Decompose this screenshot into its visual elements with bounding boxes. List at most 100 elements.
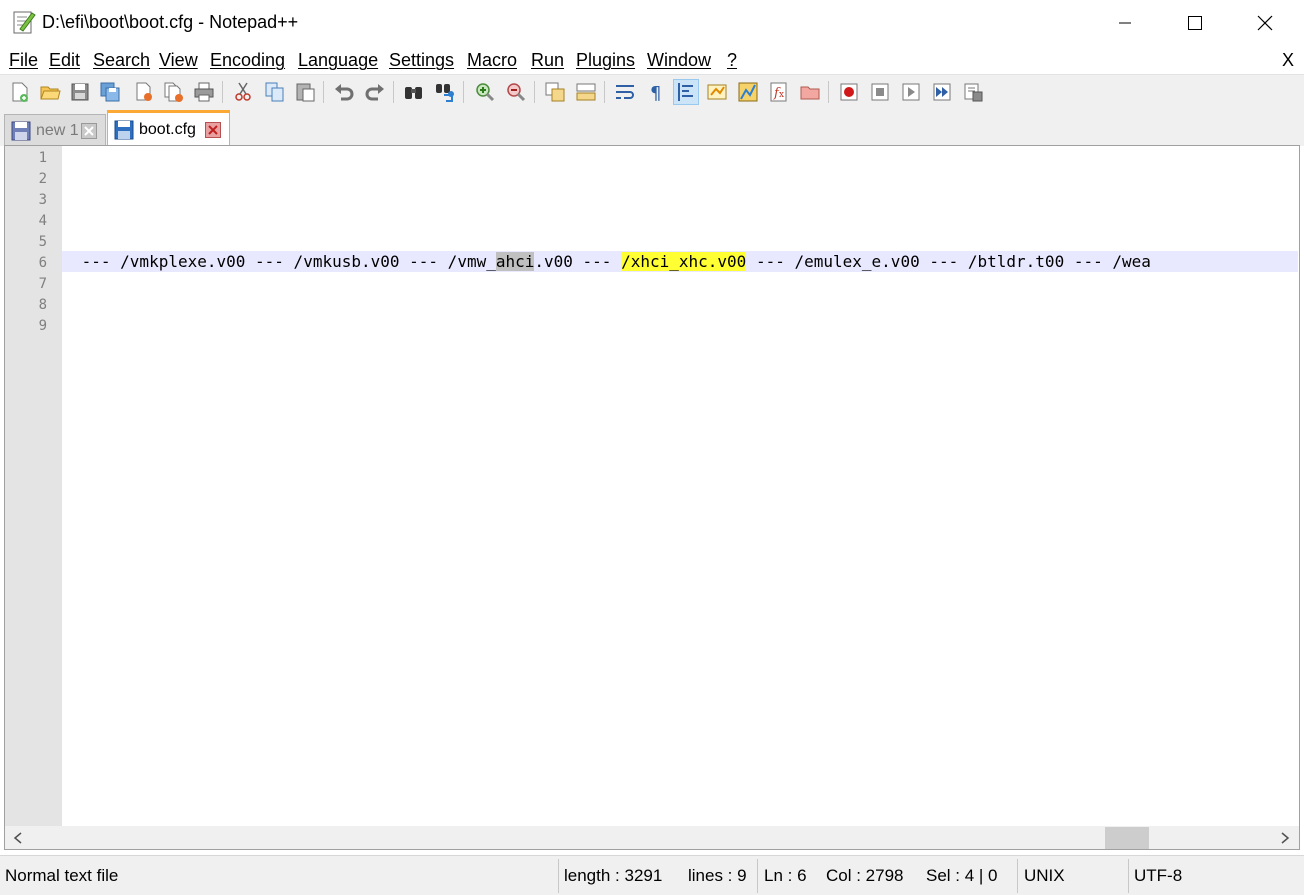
save-all-button[interactable] [97,79,123,105]
close-document-button[interactable]: X [1282,50,1294,71]
scroll-left-icon[interactable] [8,828,28,847]
toolbar-separator [393,81,394,103]
search-highlight-match: /xhci_xhc.v00 [621,252,747,271]
copy-button[interactable] [262,79,288,105]
close-window-button[interactable] [1230,0,1300,46]
status-line-number: Ln : 6 [764,866,807,885]
menu-language[interactable]: Language [298,50,378,71]
line-number: 3 [38,192,47,208]
scrollbar-thumb[interactable] [1105,827,1149,849]
maximize-button[interactable] [1160,0,1230,46]
menu-macro[interactable]: Macro [467,50,517,71]
open-file-icon [40,86,61,100]
macro-run-multiple-icon [933,83,951,101]
menu-search[interactable]: Search [93,50,150,71]
tab-boot-cfg[interactable]: boot.cfg [107,110,230,146]
editor[interactable]: 1 2 3 4 5 6 7 8 9 --- /vmkplexe.v00 --- … [4,145,1300,850]
line-number: 8 [38,297,47,313]
maximize-icon [1188,16,1202,30]
sync-horizontal-button[interactable] [573,79,599,105]
close-all-icon [164,82,183,102]
paste-button[interactable] [292,79,318,105]
macro-record-button[interactable] [836,79,862,105]
menu-help[interactable]: ? [727,50,737,71]
undo-button[interactable] [331,79,357,105]
show-all-characters-button[interactable]: ¶ [642,79,668,105]
indent-guide-button[interactable] [673,79,699,105]
toolbar-separator [222,81,223,103]
status-divider [1128,859,1129,893]
macro-save-button[interactable] [960,79,986,105]
line-number-gutter: 1 2 3 4 5 6 7 8 9 [5,146,62,826]
save-button[interactable] [67,79,93,105]
code-line-6[interactable]: --- /vmkplexe.v00 --- /vmkusb.v00 --- /v… [72,252,1151,271]
toolbar: ¶ fx [0,74,1304,108]
new-file-icon [12,82,28,102]
menu-run[interactable]: Run [531,50,564,71]
show-all-chars-icon: ¶ [650,83,661,103]
status-eol-format[interactable]: UNIX [1024,866,1065,886]
zoom-out-button[interactable] [503,79,529,105]
menu-plugins[interactable]: Plugins [576,50,635,71]
tab-close-icon[interactable] [205,121,221,138]
replace-icon [436,84,454,102]
sync-horizontal-icon [576,83,596,101]
notepad-plus-plus-icon [12,9,36,35]
document-map-button[interactable] [735,79,761,105]
status-divider [757,859,758,893]
tab-new-1[interactable]: new 1 [4,114,106,146]
menu-bar: File Edit Search View Encoding Language … [0,46,1304,74]
sync-vertical-button[interactable] [542,79,568,105]
replace-button[interactable] [432,79,458,105]
svg-text:¶: ¶ [650,83,661,103]
close-file-button[interactable] [131,79,157,105]
menu-encoding[interactable]: Encoding [210,50,285,71]
macro-record-icon [840,83,858,101]
folder-as-workspace-button[interactable] [797,79,823,105]
menu-window[interactable]: Window [647,50,711,71]
find-button[interactable] [401,79,427,105]
macro-stop-icon [871,83,889,101]
macro-save-icon [964,83,983,102]
cut-icon [235,82,251,101]
new-file-button[interactable] [7,79,33,105]
print-icon [194,82,214,102]
horizontal-scrollbar[interactable] [5,826,1299,849]
scroll-right-icon[interactable] [1275,828,1295,847]
macro-play-button[interactable] [898,79,924,105]
cut-button[interactable] [230,79,256,105]
tab-close-icon[interactable] [81,122,97,139]
macro-run-multiple-button[interactable] [929,79,955,105]
close-icon [1257,15,1273,31]
function-list-button[interactable]: fx [766,79,792,105]
menu-file[interactable]: File [9,50,38,71]
word-wrap-button[interactable] [612,79,638,105]
toolbar-separator [828,81,829,103]
status-divider [558,859,559,893]
toolbar-separator [534,81,535,103]
status-file-type: Normal text file [5,866,119,885]
macro-stop-button[interactable] [867,79,893,105]
status-encoding[interactable]: UTF-8 [1134,866,1182,886]
status-lines: lines : 9 [688,866,747,885]
status-length: length : 3291 [564,866,663,885]
language-udl-button[interactable] [704,79,730,105]
status-divider [1017,859,1018,893]
saved-file-icon [114,120,134,139]
menu-edit[interactable]: Edit [49,50,80,71]
toolbar-separator [323,81,324,103]
close-all-button[interactable] [161,79,187,105]
menu-settings[interactable]: Settings [389,50,454,71]
undo-icon [335,84,354,101]
text-area[interactable]: --- /vmkplexe.v00 --- /vmkusb.v00 --- /v… [62,146,1298,826]
indent-guide-icon [678,83,693,101]
minimize-button[interactable] [1090,0,1160,46]
zoom-in-button[interactable] [472,79,498,105]
line-number: 2 [38,171,47,187]
print-button[interactable] [191,79,217,105]
menu-view[interactable]: View [159,50,198,71]
open-file-button[interactable] [37,79,63,105]
redo-button[interactable] [362,79,388,105]
find-icon [405,87,422,99]
tab-label: boot.cfg [139,120,196,138]
